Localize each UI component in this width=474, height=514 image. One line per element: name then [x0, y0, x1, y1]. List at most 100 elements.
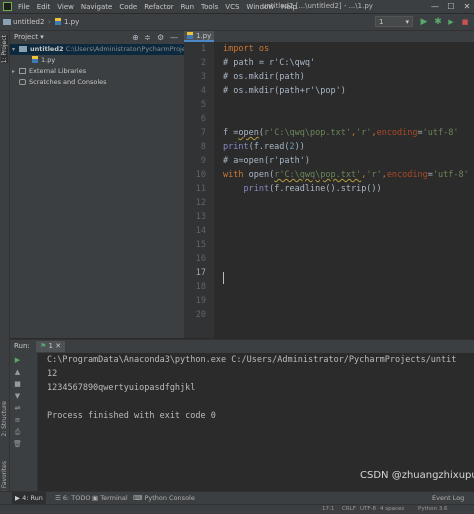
chevron-right-icon[interactable]: ▸ [12, 66, 19, 77]
stop-run-icon[interactable]: ■ [13, 380, 22, 389]
folder-icon [3, 19, 11, 25]
soft-wrap-icon[interactable]: ⇌ [13, 404, 22, 413]
project-panel-header: Project ▾ ⊕ ≑ ⚙ — [10, 31, 184, 45]
project-panel: Project ▾ ⊕ ≑ ⚙ — ▾ untitled2 C:\Users\Ad… [10, 31, 227, 338]
code-line-7: f =open(r'C:\qwq\pop.txt','r',encoding='… [223, 128, 459, 138]
code-line-2: # path = r'C:\qwq' [223, 58, 316, 68]
trash-icon[interactable]: 🗑 [13, 440, 22, 449]
python-console-tool-button[interactable]: ⌨ Python Console [133, 492, 195, 504]
stop-icon[interactable]: ■ [459, 15, 471, 29]
minimize-button[interactable]: — [428, 0, 442, 13]
line-number[interactable]: 11 [182, 184, 206, 194]
code-line-8: print(f.read(2)) [223, 142, 305, 152]
line-number[interactable]: 19 [182, 296, 206, 306]
code-editor[interactable]: import os # path = r'C:\qwq' # os.mkdir(… [214, 42, 474, 338]
project-tool-button[interactable]: 1: Project [1, 35, 8, 64]
line-number[interactable]: 3 [182, 72, 206, 82]
python-run-icon: ⚑ [40, 342, 47, 350]
tree-item-external-libraries[interactable]: ▸ External Libraries [10, 66, 86, 77]
menu-file[interactable]: File [18, 3, 30, 11]
python-file-icon [55, 18, 61, 25]
code-line-4: # os.mkdir(path+r'\pop') [223, 86, 346, 96]
line-number[interactable]: 13 [182, 212, 206, 222]
collapse-all-icon[interactable]: ≑ [144, 31, 151, 44]
line-number[interactable]: 15 [182, 240, 206, 250]
print-icon[interactable]: ⎙ [13, 428, 22, 437]
run-panel-header: Run: ⚑ 1 ✕ [10, 339, 474, 354]
project-view-selector[interactable]: Project ▾ [14, 31, 44, 44]
text-caret [223, 272, 224, 284]
structure-tool-button[interactable]: 2: Structure [1, 401, 8, 437]
line-number[interactable]: 16 [182, 254, 206, 264]
debug-icon[interactable]: ✱ [432, 15, 444, 29]
python-file-icon [32, 56, 38, 63]
run-icon[interactable]: ▶ [418, 15, 430, 29]
line-number-gutter: 1 2 3 4 5 6 7 8 9 10 11 12 13 14 15 16 17 18 19 20 [184, 42, 214, 338]
maximize-button[interactable]: ☐ [444, 0, 458, 13]
line-number[interactable]: 8 [182, 142, 206, 152]
scroll-down-icon[interactable]: ▼ [13, 392, 22, 401]
close-tab-icon[interactable]: ✕ [55, 342, 61, 350]
event-log-tool-button[interactable]: Event Log [432, 492, 464, 504]
line-number[interactable]: 10 [182, 170, 206, 180]
tree-item-file[interactable]: 1.py [10, 55, 55, 66]
left-tool-stripe: 1: Project 2: Structure 2: Favorites [0, 31, 10, 496]
code-line-13: print(f.readline().strip()) [243, 184, 382, 194]
line-number[interactable]: 9 [182, 156, 206, 166]
folder-icon [19, 46, 27, 52]
line-number[interactable]: 12 [182, 198, 206, 208]
code-line-9: # a=open(r'path') [223, 156, 310, 166]
line-number[interactable]: 20 [182, 310, 206, 320]
menu-vcs[interactable]: VCS [225, 3, 239, 11]
library-icon [19, 68, 26, 74]
line-number[interactable]: 1 [182, 44, 206, 54]
menu-run[interactable]: Run [181, 3, 194, 11]
line-number[interactable]: 18 [182, 282, 206, 292]
bottom-tool-tabs: ▶ 4: Run ☰ 6: TODO ▣ Terminal ⌨ Python C… [0, 491, 474, 504]
scroll-up-icon[interactable]: ▲ [13, 368, 22, 377]
line-number[interactable]: 2 [182, 58, 206, 68]
tree-item-scratches[interactable]: Scratches and Consoles [10, 77, 107, 88]
todo-tool-button[interactable]: ☰ 6: TODO [55, 492, 91, 504]
close-window-button[interactable]: ✕ [460, 0, 474, 13]
line-number[interactable]: 6 [182, 114, 206, 124]
breadcrumb-project[interactable]: untitled2 [3, 14, 44, 30]
line-number[interactable]: 7 [182, 128, 206, 138]
line-number[interactable]: 4 [182, 86, 206, 96]
line-number[interactable]: 5 [182, 100, 206, 110]
run-panel-label: Run: [14, 342, 30, 350]
menu-bar: File Edit View Navigate Code Refactor Ru… [0, 0, 474, 14]
terminal-tool-button[interactable]: ▣ Terminal [92, 492, 128, 504]
breadcrumb-file[interactable]: 1.py [55, 14, 79, 30]
hide-panel-icon[interactable]: — [170, 31, 178, 44]
tab-1-py[interactable]: 1.py [184, 31, 214, 42]
run-configuration-select[interactable]: 1 ▾ [375, 16, 413, 27]
menu-navigate[interactable]: Navigate [81, 3, 112, 11]
scratches-icon [19, 79, 26, 85]
line-number[interactable]: 17 [182, 268, 206, 278]
menu-tools[interactable]: Tools [201, 3, 218, 11]
menu-view[interactable]: View [57, 3, 74, 11]
pycharm-logo-icon [3, 2, 12, 11]
navigation-bar: untitled2 › 1.py 1 ▾ ▶ ✱ ▶ ■ [0, 14, 474, 31]
code-line-1: import os [223, 44, 270, 54]
run-tool-button[interactable]: ▶ 4: Run [12, 492, 46, 504]
run-coverage-icon[interactable]: ▶ [445, 15, 457, 29]
chevron-down-icon[interactable]: ▾ [12, 44, 19, 55]
chevron-down-icon: ▾ [40, 33, 44, 41]
menu-refactor[interactable]: Refactor [144, 3, 173, 11]
console-line: 1234567890qwertyuiopasdfghjkl [47, 383, 196, 393]
line-number[interactable]: 14 [182, 226, 206, 236]
rerun-icon[interactable]: ▶ [13, 356, 22, 365]
scroll-to-end-icon[interactable]: ≡ [13, 416, 22, 425]
python-file-icon [187, 32, 193, 39]
locate-file-icon[interactable]: ⊕ [132, 31, 139, 44]
run-toolbar: ▶ ▲ ■ ▼ ⇌ ≡ ⎙ 🗑 [10, 353, 38, 491]
menu-code[interactable]: Code [119, 3, 137, 11]
tree-item-project-root[interactable]: ▾ untitled2 C:\Users\Administrator\Pychar… [10, 44, 227, 55]
breadcrumb-separator: › [48, 18, 51, 26]
run-tab-1[interactable]: ⚑ 1 ✕ [36, 341, 66, 352]
menu-edit[interactable]: Edit [37, 3, 51, 11]
console-line: Process finished with exit code 0 [47, 411, 216, 421]
gear-icon[interactable]: ⚙ [157, 31, 164, 44]
